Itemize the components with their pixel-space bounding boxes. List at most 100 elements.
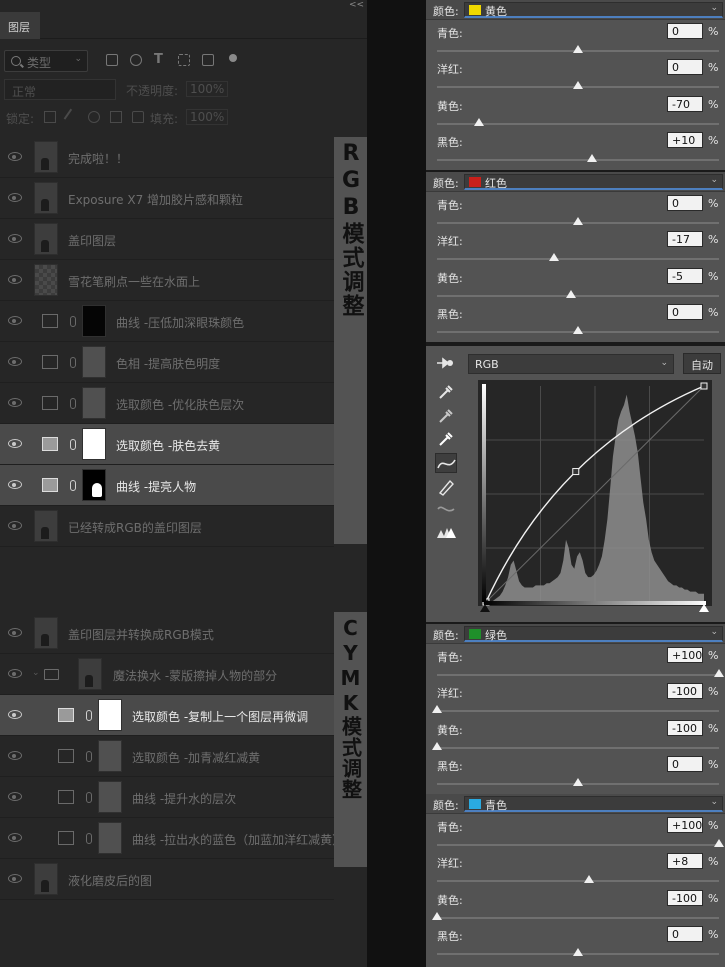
white-input-slider-icon[interactable] xyxy=(699,604,709,612)
slider-value-field[interactable]: 0 xyxy=(667,195,703,211)
layer-row[interactable]: 色相 -提高肤色明度 xyxy=(0,342,334,383)
slider-value-field[interactable]: 0 xyxy=(667,59,703,75)
visibility-eye-icon[interactable] xyxy=(8,193,22,202)
curve-point-icon[interactable] xyxy=(435,453,457,473)
visibility-eye-icon[interactable] xyxy=(8,152,22,161)
slider-track[interactable] xyxy=(437,880,719,882)
gray-point-eyedropper-icon[interactable] xyxy=(435,406,457,426)
lock-paint-icon[interactable] xyxy=(63,108,81,126)
visibility-eye-icon[interactable] xyxy=(8,439,22,448)
pixel-filter-icon[interactable] xyxy=(106,54,118,66)
visibility-eye-icon[interactable] xyxy=(8,833,22,842)
curve-point[interactable] xyxy=(572,468,580,476)
slider-value-field[interactable]: 0 xyxy=(667,304,703,320)
slider-track[interactable] xyxy=(437,159,719,161)
blend-mode-select[interactable]: 正常 xyxy=(4,79,116,100)
color-select[interactable]: 绿色 ⌄ xyxy=(464,626,723,642)
curve-svg[interactable] xyxy=(478,380,712,606)
slider-value-field[interactable]: 0 xyxy=(667,23,703,39)
visibility-eye-icon[interactable] xyxy=(8,669,22,678)
slider-value-field[interactable]: 0 xyxy=(667,756,703,772)
visibility-eye-icon[interactable] xyxy=(8,480,22,489)
layer-mask-thumbnail[interactable] xyxy=(82,469,106,501)
visibility-eye-icon[interactable] xyxy=(8,710,22,719)
slider-track[interactable] xyxy=(437,710,719,712)
link-icon[interactable] xyxy=(86,751,92,762)
color-select[interactable]: 青色 ⌄ xyxy=(464,796,723,812)
curves-preset-icon[interactable] xyxy=(435,355,455,371)
opacity-field[interactable]: 100% xyxy=(186,81,229,97)
slider-value-field[interactable]: -100 xyxy=(667,890,703,906)
white-point-eyedropper-icon[interactable] xyxy=(435,429,457,449)
link-icon[interactable] xyxy=(70,439,76,450)
visibility-eye-icon[interactable] xyxy=(8,398,22,407)
slider-value-field[interactable]: +100 xyxy=(667,647,703,663)
link-icon[interactable] xyxy=(70,398,76,409)
slider-track[interactable] xyxy=(437,258,719,260)
slider-knob[interactable] xyxy=(587,154,598,162)
channel-select[interactable]: RGB ⌄ xyxy=(468,354,674,374)
visibility-eye-icon[interactable] xyxy=(8,234,22,243)
slider-value-field[interactable]: -5 xyxy=(667,268,703,284)
tab-layers[interactable]: 图层 xyxy=(0,12,40,39)
link-icon[interactable] xyxy=(86,710,92,721)
chevron-down-icon[interactable]: ⌄ xyxy=(32,668,40,678)
visibility-eye-icon[interactable] xyxy=(8,628,22,637)
slider-value-field[interactable]: -17 xyxy=(667,231,703,247)
curves-graph[interactable] xyxy=(478,380,712,606)
layer-row[interactable]: 已经转成RGB的盖印图层 xyxy=(0,506,334,547)
clipping-warning-icon[interactable] xyxy=(435,522,457,542)
layer-row[interactable]: 曲线 -提亮人物 xyxy=(0,465,334,506)
link-icon[interactable] xyxy=(70,316,76,327)
color-select[interactable]: 黄色 ⌄ xyxy=(464,2,723,18)
link-icon[interactable] xyxy=(70,480,76,491)
fill-field[interactable]: 100% xyxy=(186,109,229,125)
layer-row[interactable]: Exposure X7 增加胶片感和颗粒 xyxy=(0,178,334,219)
visibility-eye-icon[interactable] xyxy=(8,521,22,530)
visibility-eye-icon[interactable] xyxy=(8,316,22,325)
lock-move-icon[interactable] xyxy=(88,111,100,123)
adjustment-filter-icon[interactable] xyxy=(130,54,142,66)
visibility-eye-icon[interactable] xyxy=(8,275,22,284)
slider-knob[interactable] xyxy=(714,669,724,677)
curve-point[interactable] xyxy=(700,382,708,390)
slider-track[interactable] xyxy=(437,674,719,676)
smooth-icon[interactable] xyxy=(435,499,457,519)
layer-row[interactable]: ⌄ 魔法换水 -蒙版擦掉人物的部分 xyxy=(0,654,334,695)
slider-knob[interactable] xyxy=(573,81,583,89)
shape-filter-icon[interactable] xyxy=(178,54,190,66)
slider-value-field[interactable]: -70 xyxy=(667,96,703,112)
layer-row[interactable]: 盖印图层 xyxy=(0,219,334,260)
slider-value-field[interactable]: 0 xyxy=(667,926,703,942)
slider-value-field[interactable]: +8 xyxy=(667,853,703,869)
lock-transparent-icon[interactable] xyxy=(44,111,56,123)
slider-knob[interactable] xyxy=(474,118,485,126)
layer-mask-thumbnail[interactable] xyxy=(82,305,106,337)
slider-value-field[interactable]: +10 xyxy=(667,132,703,148)
layer-row[interactable]: 液化磨皮后的图 xyxy=(0,859,334,900)
layer-row[interactable]: 曲线 -提升水的层次 xyxy=(0,777,334,818)
slider-value-field[interactable]: -100 xyxy=(667,683,703,699)
visibility-eye-icon[interactable] xyxy=(8,751,22,760)
slider-track[interactable] xyxy=(437,917,719,919)
color-select[interactable]: 红色 ⌄ xyxy=(464,174,723,190)
type-filter-icon[interactable]: T xyxy=(154,52,166,67)
layer-mask-thumbnail[interactable] xyxy=(82,387,106,419)
slider-knob[interactable] xyxy=(573,45,583,53)
layer-row[interactable]: 雪花笔刷点一些在水面上 xyxy=(0,260,334,301)
slider-track[interactable] xyxy=(437,295,719,297)
visibility-eye-icon[interactable] xyxy=(8,792,22,801)
slider-knob[interactable] xyxy=(714,839,724,847)
collapse-panel-button[interactable]: << xyxy=(349,0,365,12)
slider-knob[interactable] xyxy=(432,912,442,920)
slider-knob[interactable] xyxy=(549,253,559,261)
slider-knob[interactable] xyxy=(573,217,583,225)
layer-row[interactable]: 选取颜色 -肤色去黄 xyxy=(0,424,334,465)
auto-button[interactable]: 自动 xyxy=(683,353,721,374)
slider-track[interactable] xyxy=(437,844,719,846)
pencil-icon[interactable] xyxy=(435,476,457,496)
layer-mask-thumbnail[interactable] xyxy=(98,740,122,772)
black-input-slider-icon[interactable] xyxy=(480,604,490,612)
visibility-eye-icon[interactable] xyxy=(8,874,22,883)
slider-value-field[interactable]: +100 xyxy=(667,817,703,833)
